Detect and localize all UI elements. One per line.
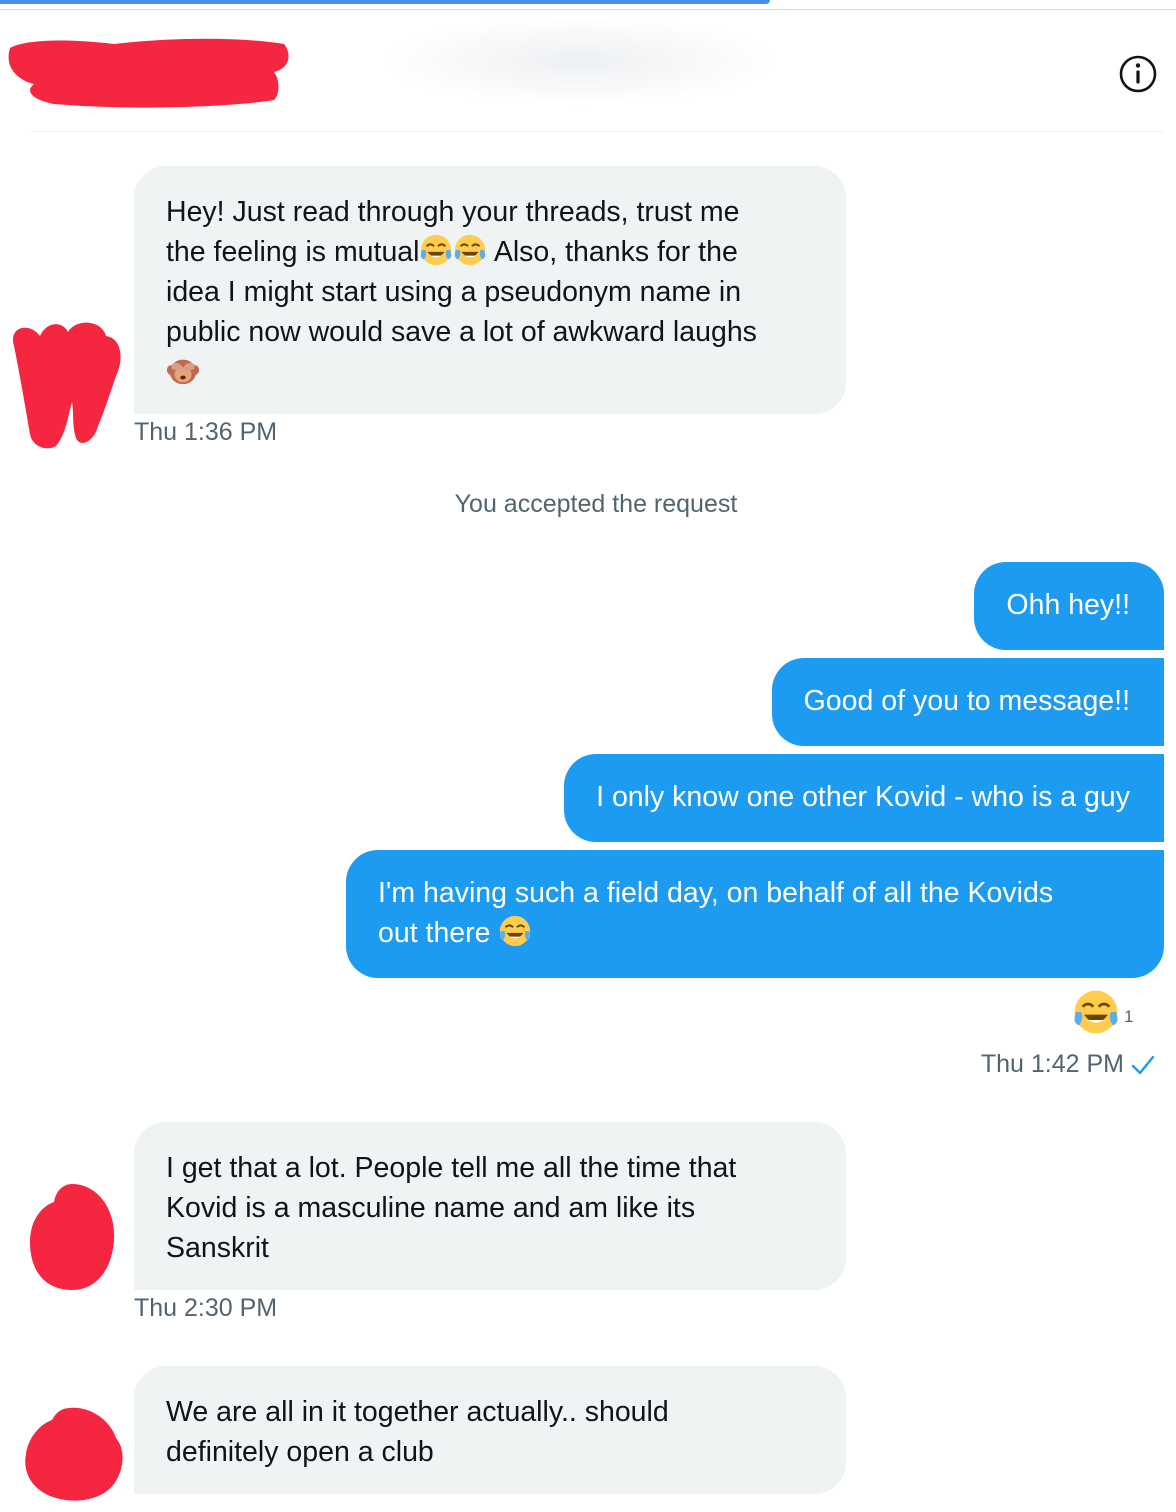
incoming-message-bubble[interactable]: I get that a lot. People tell me all the… [134, 1122, 846, 1290]
outgoing-message-bubble[interactable]: Good of you to message!! [771, 658, 1164, 746]
message-line: Hey! Just read through your threads, tru… [166, 196, 740, 228]
message-timestamp: Thu 1:42 PM [980, 1050, 1124, 1078]
message-line: I'm having such a field day, on behalf o… [378, 877, 1054, 909]
request-accepted-note: You accepted the request [454, 490, 738, 518]
check-icon [1131, 1055, 1155, 1075]
tears-of-joy-emoji [455, 234, 486, 266]
header-divider [30, 131, 1164, 132]
see-no-evil-monkey-emoji [166, 359, 200, 385]
redacted-avatar [25, 1407, 123, 1501]
message-timestamp-row: Thu 1:42 PM [981, 1050, 1156, 1079]
message-timestamp: Thu 2:30 PM [134, 1294, 278, 1322]
message-line: the feeling is mutual Also, thanks for t… [166, 232, 814, 272]
message-line: idea I might start using a pseudonym nam… [166, 276, 742, 308]
message-reaction[interactable]: 1 [1072, 988, 1133, 1036]
message-line: I get that a lot. People tell me all the… [166, 1152, 737, 1184]
message-timestamp: Thu 1:36 PM [134, 418, 278, 446]
info-icon[interactable] [1118, 54, 1158, 94]
redacted-avatar [12, 322, 121, 449]
outgoing-message-bubble[interactable]: I only know one other Kovid - who is a g… [564, 754, 1164, 842]
message-text: out there [378, 917, 491, 949]
redacted-contact-name [8, 38, 289, 108]
message-text: the feeling is mutual [166, 236, 420, 268]
outgoing-message-bubble[interactable]: Ohh hey!! [974, 562, 1164, 650]
reaction-count: 1 [1124, 1007, 1134, 1026]
message-line [166, 352, 814, 392]
blurred-handle [380, 16, 780, 106]
message-line: Kovid is a masculine name and am like it… [166, 1192, 696, 1224]
outgoing-message-bubble[interactable]: I'm having such a field day, on behalf o… [346, 850, 1164, 978]
redacted-avatar [30, 1184, 115, 1290]
conversation-header [0, 10, 1176, 132]
top-progress-accent [0, 0, 770, 4]
message-line: definitely open a club [166, 1436, 434, 1468]
message-line: public now would save a lot of awkward l… [166, 316, 757, 348]
incoming-message-bubble[interactable]: Hey! Just read through your threads, tru… [134, 166, 846, 414]
message-line: out there [378, 913, 1130, 953]
incoming-message-bubble[interactable]: We are all in it together actually.. sho… [134, 1366, 846, 1494]
tears-of-joy-emoji [421, 234, 452, 266]
message-text: Also, thanks for the [493, 236, 738, 268]
tears-of-joy-emoji [500, 915, 531, 947]
tears-of-joy-emoji [1074, 990, 1118, 1034]
message-line: Sanskrit [166, 1232, 269, 1264]
message-line: We are all in it together actually.. sho… [166, 1396, 669, 1428]
